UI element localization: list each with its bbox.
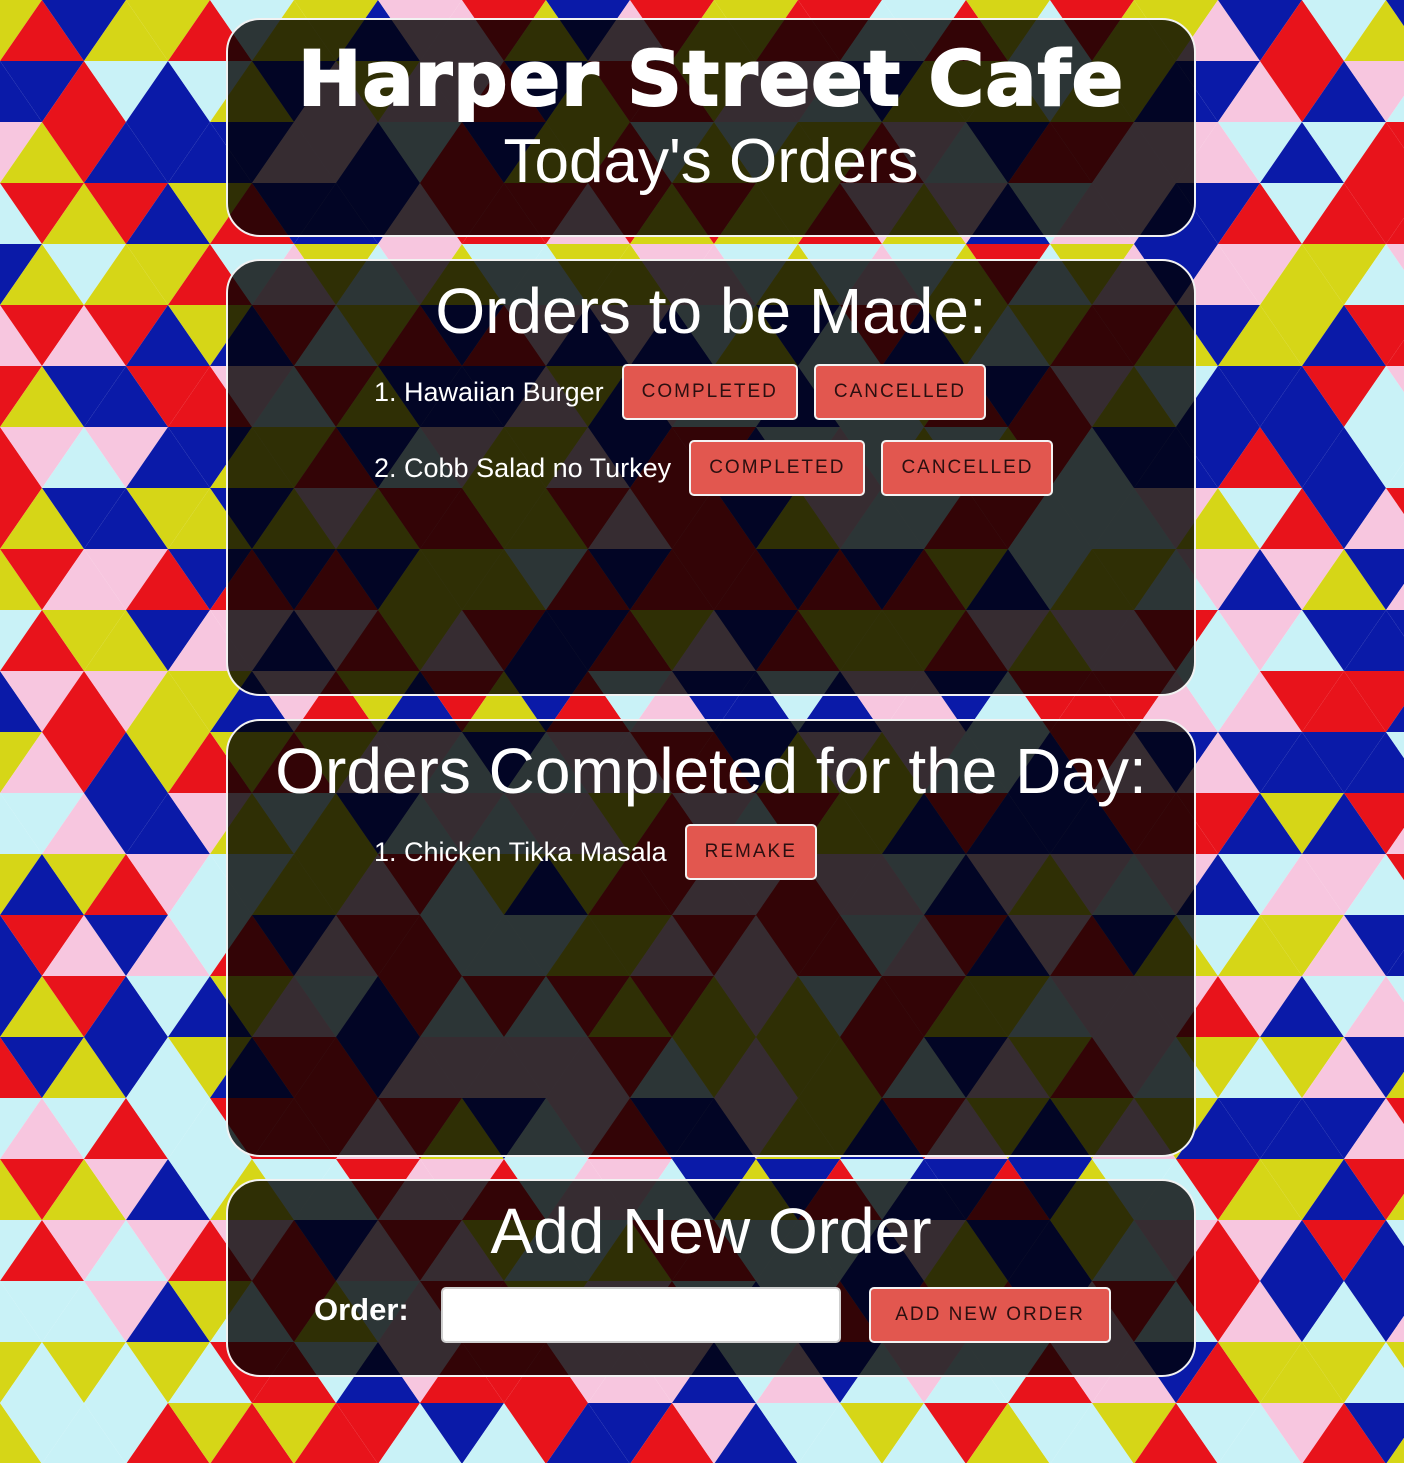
pending-order-text: 2. Cobb Salad no Turkey [374, 452, 672, 483]
add-new-order-title: Add New Order [490, 1195, 932, 1267]
orders-completed-title: Orders Completed for the Day: [275, 735, 1147, 807]
add-new-order-panel: Add New Order Order: ADD NEW ORDER [226, 1179, 1196, 1377]
pending-order-row: 2. Cobb Salad no Turkey COMPLETED CANCEL… [374, 440, 1069, 496]
pending-order-row: 1. Hawaiian Burger COMPLETED CANCELLED [374, 364, 1002, 420]
orders-to-be-made-title: Orders to be Made: [435, 275, 987, 347]
remake-button[interactable]: REMAKE [684, 824, 817, 880]
cancelled-button[interactable]: CANCELLED [813, 364, 986, 420]
add-new-order-button[interactable]: ADD NEW ORDER [869, 1287, 1111, 1343]
pending-order-text: 1. Hawaiian Burger [374, 376, 604, 407]
orders-completed-panel: Orders Completed for the Day: 1. Chicken… [226, 719, 1196, 1157]
completed-order-row: 1. Chicken Tikka Masala REMAKE [374, 824, 833, 880]
completed-order-text: 1. Chicken Tikka Masala [374, 836, 667, 867]
header-panel: Harper Street Cafe Today's Orders [226, 18, 1196, 237]
order-input[interactable] [441, 1287, 841, 1343]
page-subtitle: Today's Orders [503, 127, 919, 196]
orders-to-be-made-panel: Orders to be Made: 1. Hawaiian Burger CO… [226, 259, 1196, 696]
order-field-label: Order: [314, 1292, 409, 1327]
cancelled-button[interactable]: CANCELLED [881, 440, 1054, 496]
completed-button[interactable]: COMPLETED [621, 364, 798, 420]
completed-button[interactable]: COMPLETED [689, 440, 866, 496]
cafe-title: Harper Street Cafe [297, 33, 1125, 124]
